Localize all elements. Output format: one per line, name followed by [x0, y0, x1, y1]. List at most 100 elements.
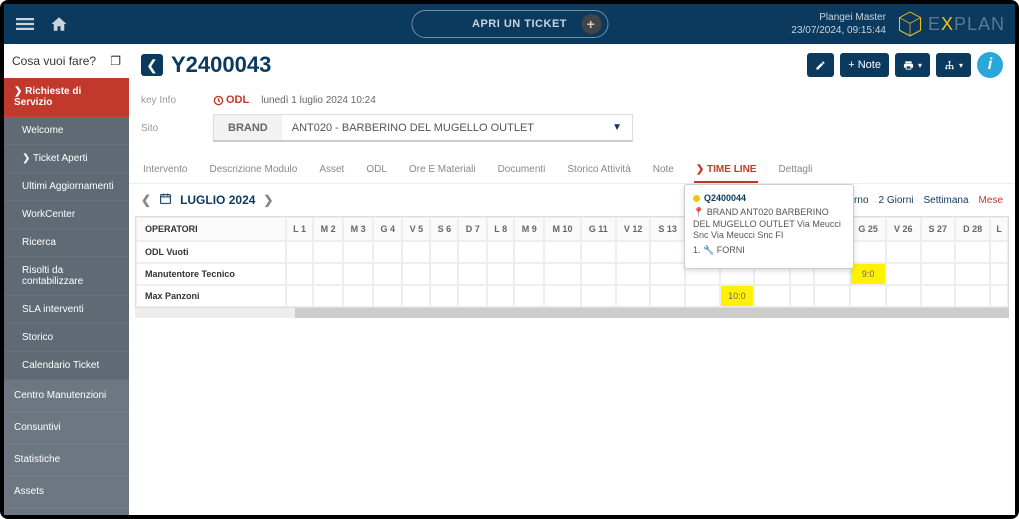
cell-1-1[interactable] [313, 263, 343, 285]
popout-icon[interactable]: ❐ [110, 54, 121, 68]
cell-0-7[interactable] [487, 241, 514, 263]
hierarchy-button[interactable]: ▾ [936, 53, 971, 77]
sidebar-item-2[interactable]: ❯ Ticket Aperti [4, 145, 129, 173]
print-button[interactable]: ▾ [895, 53, 930, 77]
cell-0-8[interactable] [514, 241, 544, 263]
sidebar-item-3[interactable]: Ultimi Aggiornamenti [4, 173, 129, 201]
menu-icon[interactable] [16, 15, 34, 33]
chevron-down-icon[interactable]: ▼ [602, 122, 632, 133]
cell-2-0[interactable] [286, 285, 313, 307]
note-button[interactable]: + Note [840, 53, 889, 77]
edit-button[interactable] [807, 53, 834, 77]
cell-0-21[interactable] [955, 241, 990, 263]
cell-1-9[interactable] [544, 263, 580, 285]
sidebar-item-10[interactable]: Centro Manutenzioni [4, 380, 129, 412]
sidebar-item-12[interactable]: Statistiche [4, 444, 129, 476]
cell-2-2[interactable] [343, 285, 373, 307]
cell-2-6[interactable] [458, 285, 487, 307]
sidebar-item-4[interactable]: WorkCenter [4, 201, 129, 229]
prev-month-button[interactable]: ❮ [141, 193, 151, 207]
sidebar-item-9[interactable]: Calendario Ticket [4, 352, 129, 380]
cell-0-6[interactable] [458, 241, 487, 263]
cell-0-19[interactable] [886, 241, 921, 263]
tab-documenti[interactable]: Documenti [496, 158, 548, 183]
cell-1-11[interactable] [616, 263, 651, 285]
tab-asset[interactable]: Asset [317, 158, 346, 183]
cell-0-11[interactable] [616, 241, 651, 263]
view-mode-settimana[interactable]: Settimana [924, 195, 969, 206]
sidebar-item-1[interactable]: Welcome [4, 117, 129, 145]
cell-0-20[interactable] [921, 241, 956, 263]
tab-dettagli[interactable]: Dettagli [776, 158, 814, 183]
cell-2-21[interactable] [955, 285, 990, 307]
cell-2-10[interactable] [581, 285, 616, 307]
cell-2-4[interactable] [402, 285, 430, 307]
cell-1-6[interactable] [458, 263, 487, 285]
sito-dropdown[interactable]: BRAND ANT020 - BARBERINO DEL MUGELLO OUT… [213, 114, 633, 142]
calendar-icon[interactable] [159, 192, 172, 208]
cell-0-22[interactable] [990, 241, 1008, 263]
cell-1-22[interactable] [990, 263, 1008, 285]
cell-1-20[interactable] [921, 263, 956, 285]
cell-1-8[interactable] [514, 263, 544, 285]
cell-2-18[interactable] [850, 285, 886, 307]
next-month-button[interactable]: ❯ [263, 193, 273, 207]
cell-2-8[interactable] [514, 285, 544, 307]
info-button[interactable]: i [977, 52, 1003, 78]
cell-2-3[interactable] [373, 285, 402, 307]
cell-2-1[interactable] [313, 285, 343, 307]
cell-0-18[interactable] [850, 241, 886, 263]
cell-0-0[interactable] [286, 241, 313, 263]
cell-2-16[interactable] [790, 285, 813, 307]
cell-1-0[interactable] [286, 263, 313, 285]
cell-1-19[interactable] [886, 263, 921, 285]
cell-0-10[interactable] [581, 241, 616, 263]
cell-1-5[interactable] [430, 263, 458, 285]
cell-1-21[interactable] [955, 263, 990, 285]
back-button[interactable]: ❮ [141, 54, 163, 76]
cell-2-15[interactable] [754, 285, 790, 307]
sidebar-item-7[interactable]: SLA interventi [4, 296, 129, 324]
sidebar-item-14[interactable]: Siti Manutenzione [4, 508, 129, 515]
cell-1-12[interactable] [650, 263, 685, 285]
tab-ore-e-materiali[interactable]: Ore E Materiali [407, 158, 478, 183]
sidebar-item-0[interactable]: ❯ Richieste di Servizio [4, 78, 129, 117]
home-icon[interactable] [50, 15, 68, 33]
cell-2-17[interactable] [814, 285, 850, 307]
tab-descrizione-modulo[interactable]: Descrizione Modulo [207, 158, 299, 183]
view-mode-2 giorni[interactable]: 2 Giorni [879, 195, 914, 206]
sidebar-item-5[interactable]: Ricerca [4, 229, 129, 257]
open-ticket-button[interactable]: APRI UN TICKET + [411, 10, 608, 38]
cell-0-5[interactable] [430, 241, 458, 263]
tab-note[interactable]: Note [651, 158, 676, 183]
cell-0-3[interactable] [373, 241, 402, 263]
horizontal-scrollbar[interactable] [135, 308, 1009, 318]
cell-1-2[interactable] [343, 263, 373, 285]
cell-2-7[interactable] [487, 285, 514, 307]
cell-0-1[interactable] [313, 241, 343, 263]
tab-intervento[interactable]: Intervento [141, 158, 189, 183]
tab-storico-attività[interactable]: Storico Attività [565, 158, 632, 183]
sidebar-item-11[interactable]: Consuntivi [4, 412, 129, 444]
cell-1-3[interactable] [373, 263, 402, 285]
cell-1-18[interactable]: 9:0 [850, 263, 886, 285]
cell-1-10[interactable] [581, 263, 616, 285]
cell-0-12[interactable] [650, 241, 685, 263]
cell-2-14[interactable]: 10:0 [720, 285, 754, 307]
cell-2-19[interactable] [886, 285, 921, 307]
cell-0-4[interactable] [402, 241, 430, 263]
cell-2-20[interactable] [921, 285, 956, 307]
cell-1-4[interactable] [402, 263, 430, 285]
cell-0-2[interactable] [343, 241, 373, 263]
cell-2-12[interactable] [650, 285, 685, 307]
cell-0-9[interactable] [544, 241, 580, 263]
tab-odl[interactable]: ODL [364, 158, 389, 183]
view-mode-mese[interactable]: Mese [979, 195, 1003, 206]
cell-1-7[interactable] [487, 263, 514, 285]
cell-2-13[interactable] [685, 285, 720, 307]
cell-2-9[interactable] [544, 285, 580, 307]
sidebar-item-8[interactable]: Storico [4, 324, 129, 352]
sidebar-item-13[interactable]: Assets [4, 476, 129, 508]
cell-2-5[interactable] [430, 285, 458, 307]
sidebar-item-6[interactable]: Risolti da contabilizzare [4, 257, 129, 296]
